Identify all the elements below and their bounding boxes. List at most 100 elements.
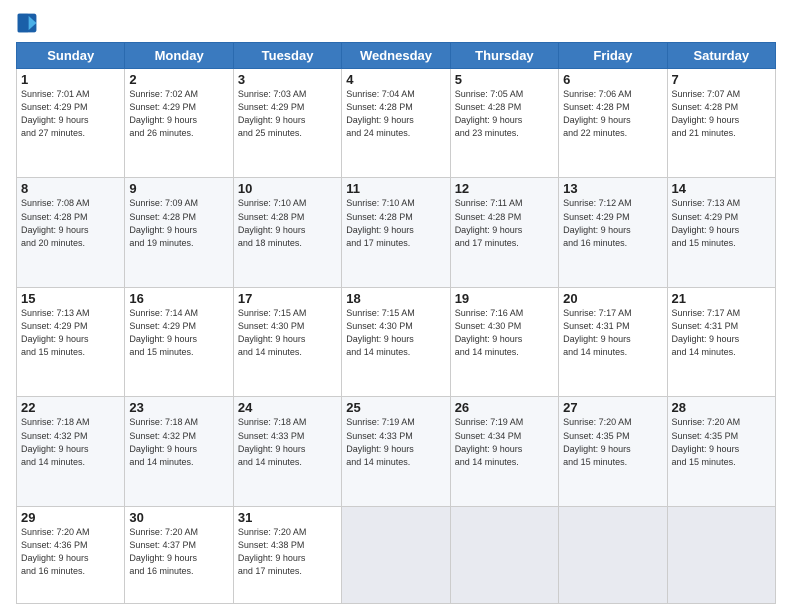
day-number: 22	[21, 400, 120, 415]
day-info: Sunrise: 7:01 AM Sunset: 4:29 PM Dayligh…	[21, 88, 120, 140]
table-row: 9Sunrise: 7:09 AM Sunset: 4:28 PM Daylig…	[125, 178, 233, 287]
day-info: Sunrise: 7:03 AM Sunset: 4:29 PM Dayligh…	[238, 88, 337, 140]
day-number: 11	[346, 181, 445, 196]
day-info: Sunrise: 7:11 AM Sunset: 4:28 PM Dayligh…	[455, 197, 554, 249]
day-info: Sunrise: 7:17 AM Sunset: 4:31 PM Dayligh…	[672, 307, 771, 359]
table-row: 4Sunrise: 7:04 AM Sunset: 4:28 PM Daylig…	[342, 69, 450, 178]
table-row: 24Sunrise: 7:18 AM Sunset: 4:33 PM Dayli…	[233, 397, 341, 506]
table-row: 27Sunrise: 7:20 AM Sunset: 4:35 PM Dayli…	[559, 397, 667, 506]
table-row: 19Sunrise: 7:16 AM Sunset: 4:30 PM Dayli…	[450, 287, 558, 396]
day-number: 8	[21, 181, 120, 196]
day-info: Sunrise: 7:17 AM Sunset: 4:31 PM Dayligh…	[563, 307, 662, 359]
day-info: Sunrise: 7:16 AM Sunset: 4:30 PM Dayligh…	[455, 307, 554, 359]
day-info: Sunrise: 7:20 AM Sunset: 4:36 PM Dayligh…	[21, 526, 120, 578]
day-info: Sunrise: 7:20 AM Sunset: 4:35 PM Dayligh…	[563, 416, 662, 468]
table-row	[559, 506, 667, 603]
table-row: 15Sunrise: 7:13 AM Sunset: 4:29 PM Dayli…	[17, 287, 125, 396]
col-saturday: Saturday	[667, 43, 775, 69]
day-info: Sunrise: 7:07 AM Sunset: 4:28 PM Dayligh…	[672, 88, 771, 140]
table-row: 13Sunrise: 7:12 AM Sunset: 4:29 PM Dayli…	[559, 178, 667, 287]
table-row: 14Sunrise: 7:13 AM Sunset: 4:29 PM Dayli…	[667, 178, 775, 287]
day-info: Sunrise: 7:04 AM Sunset: 4:28 PM Dayligh…	[346, 88, 445, 140]
table-row: 2Sunrise: 7:02 AM Sunset: 4:29 PM Daylig…	[125, 69, 233, 178]
day-number: 25	[346, 400, 445, 415]
col-sunday: Sunday	[17, 43, 125, 69]
day-info: Sunrise: 7:14 AM Sunset: 4:29 PM Dayligh…	[129, 307, 228, 359]
day-number: 14	[672, 181, 771, 196]
day-number: 13	[563, 181, 662, 196]
logo	[16, 12, 40, 34]
day-info: Sunrise: 7:19 AM Sunset: 4:33 PM Dayligh…	[346, 416, 445, 468]
day-number: 19	[455, 291, 554, 306]
day-info: Sunrise: 7:09 AM Sunset: 4:28 PM Dayligh…	[129, 197, 228, 249]
day-info: Sunrise: 7:13 AM Sunset: 4:29 PM Dayligh…	[21, 307, 120, 359]
day-number: 31	[238, 510, 337, 525]
table-row: 17Sunrise: 7:15 AM Sunset: 4:30 PM Dayli…	[233, 287, 341, 396]
day-info: Sunrise: 7:18 AM Sunset: 4:33 PM Dayligh…	[238, 416, 337, 468]
day-number: 30	[129, 510, 228, 525]
day-number: 1	[21, 72, 120, 87]
table-row: 3Sunrise: 7:03 AM Sunset: 4:29 PM Daylig…	[233, 69, 341, 178]
generalblue-logo-icon	[16, 12, 38, 34]
day-info: Sunrise: 7:15 AM Sunset: 4:30 PM Dayligh…	[238, 307, 337, 359]
day-info: Sunrise: 7:18 AM Sunset: 4:32 PM Dayligh…	[129, 416, 228, 468]
table-row: 8Sunrise: 7:08 AM Sunset: 4:28 PM Daylig…	[17, 178, 125, 287]
header	[16, 12, 776, 34]
day-info: Sunrise: 7:10 AM Sunset: 4:28 PM Dayligh…	[238, 197, 337, 249]
table-row: 5Sunrise: 7:05 AM Sunset: 4:28 PM Daylig…	[450, 69, 558, 178]
table-row	[450, 506, 558, 603]
day-info: Sunrise: 7:20 AM Sunset: 4:35 PM Dayligh…	[672, 416, 771, 468]
col-tuesday: Tuesday	[233, 43, 341, 69]
table-row: 6Sunrise: 7:06 AM Sunset: 4:28 PM Daylig…	[559, 69, 667, 178]
col-wednesday: Wednesday	[342, 43, 450, 69]
table-row: 10Sunrise: 7:10 AM Sunset: 4:28 PM Dayli…	[233, 178, 341, 287]
day-info: Sunrise: 7:12 AM Sunset: 4:29 PM Dayligh…	[563, 197, 662, 249]
day-number: 18	[346, 291, 445, 306]
day-number: 17	[238, 291, 337, 306]
day-number: 28	[672, 400, 771, 415]
day-number: 10	[238, 181, 337, 196]
day-info: Sunrise: 7:18 AM Sunset: 4:32 PM Dayligh…	[21, 416, 120, 468]
col-monday: Monday	[125, 43, 233, 69]
page: Sunday Monday Tuesday Wednesday Thursday…	[0, 0, 792, 612]
day-number: 6	[563, 72, 662, 87]
day-number: 15	[21, 291, 120, 306]
day-number: 20	[563, 291, 662, 306]
day-info: Sunrise: 7:20 AM Sunset: 4:37 PM Dayligh…	[129, 526, 228, 578]
day-info: Sunrise: 7:10 AM Sunset: 4:28 PM Dayligh…	[346, 197, 445, 249]
day-number: 3	[238, 72, 337, 87]
day-number: 23	[129, 400, 228, 415]
table-row: 22Sunrise: 7:18 AM Sunset: 4:32 PM Dayli…	[17, 397, 125, 506]
table-row: 26Sunrise: 7:19 AM Sunset: 4:34 PM Dayli…	[450, 397, 558, 506]
table-row: 23Sunrise: 7:18 AM Sunset: 4:32 PM Dayli…	[125, 397, 233, 506]
day-number: 7	[672, 72, 771, 87]
col-thursday: Thursday	[450, 43, 558, 69]
day-number: 16	[129, 291, 228, 306]
day-number: 5	[455, 72, 554, 87]
day-info: Sunrise: 7:19 AM Sunset: 4:34 PM Dayligh…	[455, 416, 554, 468]
table-row: 25Sunrise: 7:19 AM Sunset: 4:33 PM Dayli…	[342, 397, 450, 506]
table-row: 28Sunrise: 7:20 AM Sunset: 4:35 PM Dayli…	[667, 397, 775, 506]
table-row: 16Sunrise: 7:14 AM Sunset: 4:29 PM Dayli…	[125, 287, 233, 396]
day-number: 26	[455, 400, 554, 415]
day-info: Sunrise: 7:05 AM Sunset: 4:28 PM Dayligh…	[455, 88, 554, 140]
day-number: 27	[563, 400, 662, 415]
table-row: 31Sunrise: 7:20 AM Sunset: 4:38 PM Dayli…	[233, 506, 341, 603]
day-info: Sunrise: 7:15 AM Sunset: 4:30 PM Dayligh…	[346, 307, 445, 359]
table-row: 30Sunrise: 7:20 AM Sunset: 4:37 PM Dayli…	[125, 506, 233, 603]
calendar-table: Sunday Monday Tuesday Wednesday Thursday…	[16, 42, 776, 604]
day-number: 29	[21, 510, 120, 525]
day-number: 12	[455, 181, 554, 196]
table-row: 1Sunrise: 7:01 AM Sunset: 4:29 PM Daylig…	[17, 69, 125, 178]
table-row: 7Sunrise: 7:07 AM Sunset: 4:28 PM Daylig…	[667, 69, 775, 178]
table-row: 20Sunrise: 7:17 AM Sunset: 4:31 PM Dayli…	[559, 287, 667, 396]
table-row	[342, 506, 450, 603]
table-row: 21Sunrise: 7:17 AM Sunset: 4:31 PM Dayli…	[667, 287, 775, 396]
day-number: 21	[672, 291, 771, 306]
day-number: 2	[129, 72, 228, 87]
day-number: 24	[238, 400, 337, 415]
day-info: Sunrise: 7:02 AM Sunset: 4:29 PM Dayligh…	[129, 88, 228, 140]
table-row: 29Sunrise: 7:20 AM Sunset: 4:36 PM Dayli…	[17, 506, 125, 603]
table-row: 12Sunrise: 7:11 AM Sunset: 4:28 PM Dayli…	[450, 178, 558, 287]
col-friday: Friday	[559, 43, 667, 69]
